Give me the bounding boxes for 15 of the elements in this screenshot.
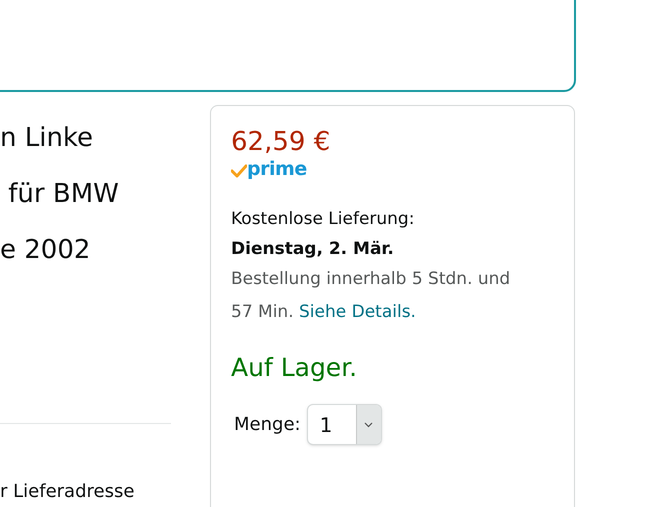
availability: Auf Lager. <box>231 352 358 384</box>
chevron-down-icon <box>364 422 374 428</box>
details-link[interactable]: Siehe Details. <box>299 302 416 322</box>
prime-logo: prime <box>231 158 307 180</box>
product-title-line: für BMW <box>7 178 120 211</box>
product-title-line: e 2002 <box>0 234 92 267</box>
delivery-label: Kostenlose Lieferung: <box>231 208 414 231</box>
delivery-date: Dienstag, 2. Mär. <box>231 238 394 261</box>
quantity-dropdown[interactable]: 1 <box>306 404 382 445</box>
price: 62,59 € <box>231 126 330 159</box>
product-title-line: n Linke <box>0 122 94 155</box>
order-deadline: Bestellung innerhalb 5 Stdn. und 57 Min. Siehe Details. <box>231 268 512 324</box>
quantity-label: Menge: <box>234 413 301 437</box>
address-note: r Lieferadresse <box>0 481 136 503</box>
check-icon <box>231 164 247 178</box>
